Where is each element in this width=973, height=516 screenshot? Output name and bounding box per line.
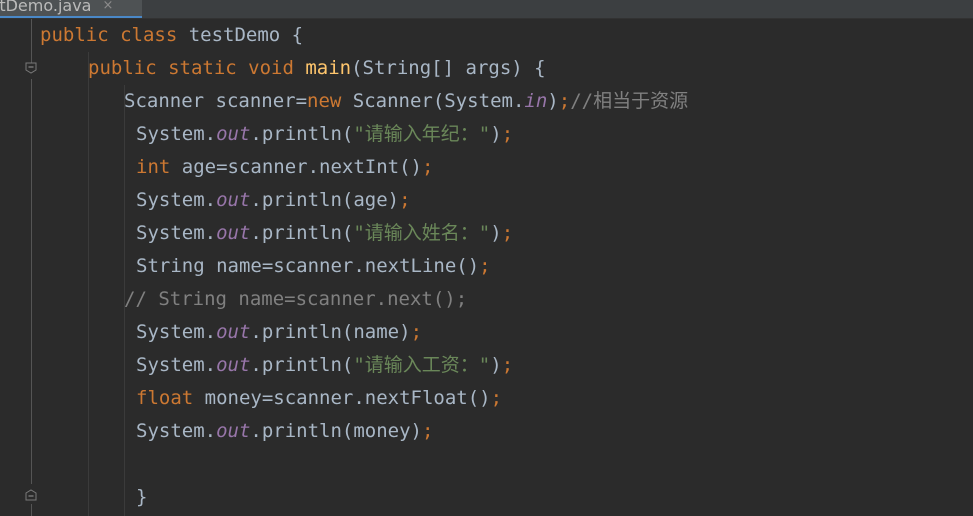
code-token: } bbox=[136, 486, 148, 508]
static-field-token: out bbox=[216, 420, 251, 442]
code-token: testDemo { bbox=[188, 24, 304, 46]
gutter-fold-line bbox=[31, 19, 32, 67]
code-line[interactable]: Scanner scanner=new Scanner(System.in);/… bbox=[124, 85, 688, 118]
fold-end-icon[interactable] bbox=[25, 489, 37, 501]
code-line[interactable]: System.out.println(money); bbox=[136, 415, 433, 448]
code-token: System. bbox=[136, 189, 217, 211]
code-token: .println( bbox=[250, 123, 354, 145]
code-token: age=scanner.nextInt() bbox=[181, 156, 422, 178]
code-line[interactable]: System.out.println(age); bbox=[136, 184, 411, 217]
code-line[interactable]: int age=scanner.nextInt(); bbox=[136, 151, 433, 184]
code-area[interactable]: public class testDemo { public static vo… bbox=[40, 19, 973, 516]
editor-gutter bbox=[0, 19, 40, 516]
code-token: .println( bbox=[250, 354, 354, 376]
keyword-token: ; bbox=[558, 90, 571, 112]
code-token: .println(money) bbox=[250, 420, 422, 442]
code-token: .println(age) bbox=[250, 189, 400, 211]
editor-tab-bar: stDemo.java × bbox=[0, 0, 973, 19]
code-line[interactable]: System.out.println("请输入年纪："); bbox=[136, 118, 513, 151]
code-line[interactable]: public class testDemo { bbox=[40, 19, 303, 52]
code-line[interactable]: System.out.println(name); bbox=[136, 316, 422, 349]
code-token: Scanner scanner= bbox=[124, 90, 308, 112]
code-token: .println( bbox=[250, 222, 354, 244]
static-field-token: out bbox=[216, 222, 251, 244]
code-token: System. bbox=[136, 420, 217, 442]
code-token: ) bbox=[490, 354, 502, 376]
code-token: .println(name) bbox=[250, 321, 411, 343]
fold-minus-icon[interactable] bbox=[25, 62, 37, 74]
comment-token: //相当于资源 bbox=[570, 90, 689, 112]
code-token: String name=scanner.nextLine() bbox=[136, 255, 480, 277]
gutter-fold-line bbox=[31, 504, 32, 516]
code-line[interactable]: String name=scanner.nextLine(); bbox=[136, 250, 491, 283]
comment-token: // String name=scanner.next(); bbox=[124, 288, 468, 310]
keyword-token: float bbox=[136, 387, 205, 409]
code-token: System. bbox=[136, 354, 217, 376]
string-literal-token: "请输入姓名：" bbox=[353, 222, 491, 244]
file-tab[interactable]: stDemo.java × bbox=[0, 0, 142, 18]
code-line[interactable]: float money=scanner.nextFloat(); bbox=[136, 382, 502, 415]
code-token: System. bbox=[136, 222, 217, 244]
code-line[interactable]: System.out.println("请输入工资："); bbox=[136, 349, 513, 382]
static-field-token: in bbox=[524, 90, 548, 112]
code-token: money=scanner.nextFloat() bbox=[204, 387, 491, 409]
keyword-token: ; bbox=[501, 222, 514, 244]
static-field-token: out bbox=[216, 189, 251, 211]
code-token: (String[] args) { bbox=[351, 57, 546, 79]
code-token: ) bbox=[547, 90, 559, 112]
keyword-token: new bbox=[307, 90, 353, 112]
string-literal-token: "请输入工资：" bbox=[353, 354, 491, 376]
keyword-token: ; bbox=[421, 156, 434, 178]
gutter-fold-line bbox=[31, 79, 32, 484]
code-token: Scanner(System. bbox=[352, 90, 525, 112]
code-line[interactable]: } bbox=[136, 481, 147, 514]
string-literal-token: "请输入年纪：" bbox=[353, 123, 491, 145]
keyword-token: public class bbox=[40, 24, 189, 46]
keyword-token: ; bbox=[422, 420, 434, 442]
static-field-token: out bbox=[216, 123, 251, 145]
code-line[interactable]: public static void main(String[] args) { bbox=[88, 52, 546, 85]
keyword-token: ; bbox=[490, 387, 503, 409]
code-line[interactable]: // String name=scanner.next(); bbox=[124, 283, 467, 316]
keyword-token: ; bbox=[479, 255, 491, 277]
static-field-token: out bbox=[216, 321, 251, 343]
keyword-token: ; bbox=[501, 123, 514, 145]
code-token: System. bbox=[136, 321, 217, 343]
indent-guide bbox=[88, 52, 89, 516]
code-line[interactable]: System.out.println("请输入姓名："); bbox=[136, 217, 513, 250]
file-tab-label: stDemo.java bbox=[0, 0, 92, 15]
close-icon[interactable]: × bbox=[102, 0, 113, 13]
keyword-token: int bbox=[136, 156, 182, 178]
keyword-token: ; bbox=[501, 354, 514, 376]
static-field-token: out bbox=[216, 354, 251, 376]
keyword-token: public static void bbox=[88, 57, 306, 79]
code-token: ) bbox=[490, 222, 502, 244]
keyword-token: ; bbox=[399, 189, 411, 211]
keyword-token: ; bbox=[410, 321, 423, 343]
method-name-token: main bbox=[305, 57, 352, 79]
code-token: ) bbox=[490, 123, 502, 145]
code-token: System. bbox=[136, 123, 217, 145]
